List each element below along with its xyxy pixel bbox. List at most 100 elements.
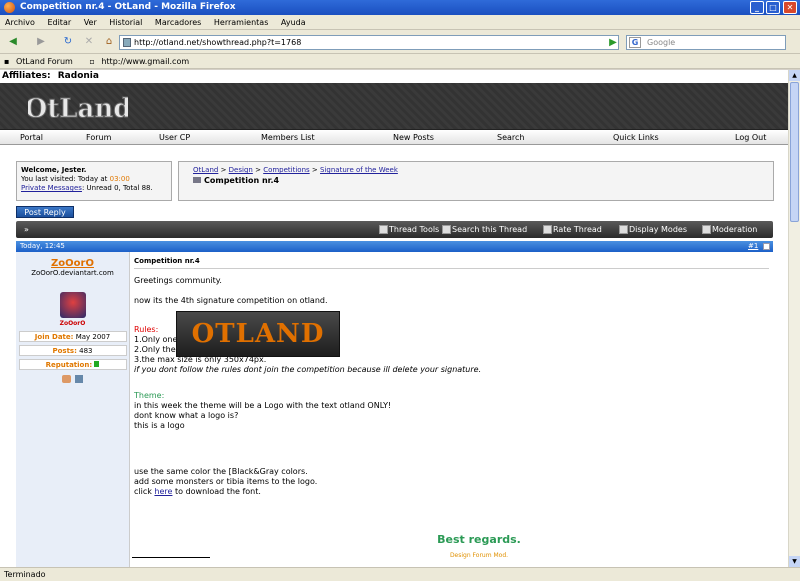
menu-herramientas[interactable]: Herramientas [209,15,274,30]
minimize-button[interactable]: _ [750,1,764,14]
nav-portal[interactable]: Portal [20,130,43,145]
scrollbar-thumb[interactable] [790,82,799,222]
nav-log-out[interactable]: Log Out [735,130,766,145]
menu-ayuda[interactable]: Ayuda [276,15,311,30]
crumb-separator: > [220,166,227,174]
crumb-competitions[interactable]: Competitions [263,166,309,174]
post-select-checkbox[interactable] [763,243,770,250]
menu-editar[interactable]: Editar [42,15,76,30]
window-title: Competition nr.4 - OtLand - Mozilla Fire… [20,2,236,12]
scroll-down-icon[interactable]: ▼ [789,556,800,567]
reputation: Reputation: [18,359,127,370]
welcome-text: Welcome, Jester. [21,166,87,174]
private-messages-link[interactable]: Private Messages [21,184,82,192]
post-number-link[interactable]: #1 [748,241,758,252]
affiliates-link[interactable]: Radonia [58,71,99,81]
best-regards: Best regards. [437,533,521,546]
search-input[interactable]: G Google [626,35,786,50]
close-button[interactable]: ✕ [783,1,797,14]
theme-line-1: in this week the theme will be a Logo wi… [134,401,392,410]
menu-bar: Archivo Editar Ver Historial Marcadores … [0,15,800,30]
folder-icon [193,177,201,183]
breadcrumb: OtLand > Design > Competitions > Signatu… [178,161,774,201]
status-text: Terminado [4,570,46,579]
url-text: http://otland.net/showthread.php?t=1768 [134,38,302,47]
firefox-icon [4,2,15,13]
report-post-icon[interactable] [75,375,84,383]
signature-text: Design Forum Mod. [449,552,509,559]
nav-quick-links[interactable]: Quick Links [613,130,659,145]
crumb-signature-of-week[interactable]: Signature of the Week [320,166,398,174]
google-icon[interactable]: G [629,37,641,48]
maximize-button[interactable]: □ [766,1,780,14]
posts-value: 483 [79,347,93,355]
home-button[interactable]: ⌂ [100,33,118,51]
thread-title: Competition nr.4 [204,176,280,185]
theme-line-3: this is a logo [134,421,185,430]
menu-historial[interactable]: Historial [104,15,147,30]
scroll-up-icon[interactable]: ▲ [789,70,800,81]
bookmark-gmail[interactable]: ▫ http://www.gmail.com [89,54,189,69]
crumb-design[interactable]: Design [229,166,253,174]
page-icon [123,38,131,47]
user-site: ZoOorO.deviantart.com [31,269,114,277]
otland-logo-example-image: OTLAND [176,311,340,357]
vertical-scrollbar[interactable]: ▲ ▼ [788,70,800,567]
after-line-1: use the same color the [Black&Gray color… [134,467,308,476]
post-greeting: Greetings community. [134,276,222,285]
download-font-link[interactable]: here [154,487,172,496]
moderation-menu[interactable]: Moderation [702,221,757,238]
after-line-2: add some monsters or tibia items to the … [134,477,318,486]
post-reply-button[interactable]: Post Reply [16,206,74,218]
otland-logo[interactable]: OtLand [28,87,128,131]
back-button[interactable]: ◀ [4,33,22,51]
bookmark-otland-label: OtLand Forum [15,57,73,66]
post-count: Posts: 483 [18,345,127,356]
crumb-otland[interactable]: OtLand [193,166,218,174]
nav-forum[interactable]: Forum [86,130,111,145]
bookmark-gmail-label: http://www.gmail.com [101,57,190,66]
nav-search[interactable]: Search [497,130,524,145]
rules-note: if you dont follow the rules dont join t… [134,365,482,374]
last-visited-time: 03:00 [109,175,130,183]
add-reputation-icon[interactable] [61,375,71,383]
nav-user-cp[interactable]: User CP [159,130,190,145]
thread-tools-menu[interactable]: Thread Tools [379,221,439,238]
window-titlebar: Competition nr.4 - OtLand - Mozilla Fire… [0,0,800,15]
nav-members-list[interactable]: Members List [261,130,315,145]
reload-button[interactable]: ↻ [59,33,77,51]
navigation-toolbar: ◀ ▶ ↻ ✕ ⌂ http://otland.net/showthread.p… [0,30,800,54]
menu-marcadores[interactable]: Marcadores [150,15,206,30]
last-visited-label: You last visited: Today at [21,175,108,183]
rate-thread-menu[interactable]: Rate Thread [543,221,602,238]
stop-button[interactable]: ✕ [80,33,98,51]
post-title: Competition nr.4 [134,256,769,269]
private-messages-count: : Unread 0, Total 88. [81,184,153,192]
menu-ver[interactable]: Ver [79,15,102,30]
post-date: Today, 12:45 [20,242,65,250]
reputation-label: Reputation: [45,361,93,369]
menu-archivo[interactable]: Archivo [0,15,40,30]
signature-divider [132,557,210,558]
welcome-box: Welcome, Jester. You last visited: Today… [16,161,172,201]
search-thread-menu[interactable]: Search this Thread [442,221,527,238]
collapse-icon[interactable]: » [24,221,29,238]
reputation-icon [94,361,100,367]
bookmark-otland[interactable]: ▪ OtLand Forum [4,54,73,69]
user-info-pane: ZoOorO ZoOorO.deviantart.com ZoOorO Join… [16,252,130,567]
page-viewport: Affiliates: Radonia OtLand Portal Forum … [0,70,788,567]
forward-button[interactable]: ▶ [32,33,50,51]
forum-navbar: Portal Forum User CP Members List New Po… [0,130,788,145]
click-suffix: to download the font. [175,487,261,496]
url-input[interactable]: http://otland.net/showthread.php?t=1768 [119,35,619,50]
nav-new-posts[interactable]: New Posts [393,130,434,145]
join-date-value: May 2007 [75,333,111,341]
go-button[interactable]: ▶ [606,35,620,50]
theme-title: Theme: [134,391,165,400]
post-header: Today, 12:45 #1 [16,241,773,252]
display-modes-menu[interactable]: Display Modes [619,221,687,238]
affiliates-label: Affiliates: [2,71,51,81]
post-intro: now its the 4th signature competition on… [134,296,328,305]
username-link[interactable]: ZoOorO [16,258,129,269]
search-placeholder: Google [647,38,676,47]
